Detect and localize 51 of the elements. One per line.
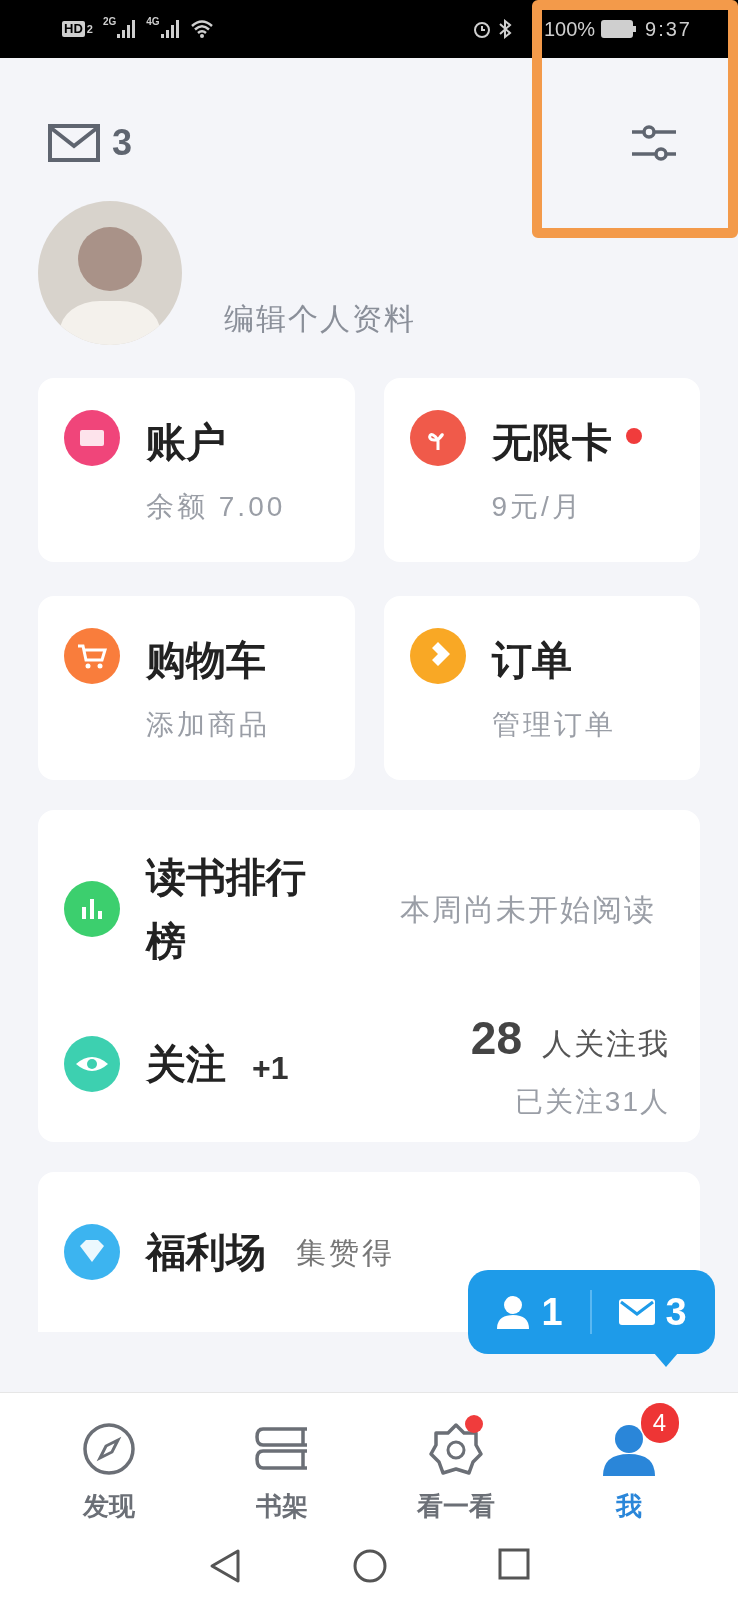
card-title: 订单 bbox=[491, 637, 572, 684]
settings-icon[interactable] bbox=[630, 125, 678, 161]
back-icon[interactable] bbox=[208, 1548, 242, 1584]
card-title: 无限卡 bbox=[491, 419, 612, 466]
following-count: 已关注31人 bbox=[514, 1085, 670, 1119]
follower-label: 人关注我 bbox=[542, 1026, 670, 1062]
card-title: 购物车 bbox=[146, 637, 266, 684]
card-subtitle: 管理订单 bbox=[491, 708, 616, 742]
card-subtitle: 余额 7.00 bbox=[146, 490, 286, 524]
compass-icon bbox=[81, 1422, 136, 1476]
popup-tail bbox=[654, 1353, 678, 1367]
signal-icon bbox=[159, 19, 182, 39]
welfare-title[interactable]: 福利场 bbox=[146, 1222, 266, 1282]
chart-icon bbox=[64, 881, 120, 937]
network-label: 2G bbox=[102, 15, 117, 29]
alarm-icon bbox=[471, 19, 492, 39]
follow-title[interactable]: 关注 bbox=[146, 1033, 226, 1094]
hd-label: HD bbox=[62, 21, 85, 37]
welfare-note: 集赞得 bbox=[296, 1234, 395, 1271]
bluetooth-icon bbox=[497, 19, 512, 39]
follow-delta: +1 bbox=[252, 1048, 289, 1088]
menu-card[interactable]: 无限卡 9元/月 bbox=[383, 378, 700, 562]
follower-count: 28 bbox=[470, 1011, 522, 1066]
network-label: 4G bbox=[146, 15, 160, 29]
sim-label: 2 bbox=[86, 21, 93, 37]
follower-badge-count: 1 bbox=[541, 1289, 563, 1335]
home-icon[interactable] bbox=[352, 1548, 388, 1584]
wifi-icon bbox=[189, 19, 214, 39]
mail-icon bbox=[619, 1299, 656, 1325]
ranking-title[interactable]: 读书排行榜 bbox=[146, 845, 336, 973]
ranking-note: 本周尚未开始阅读 bbox=[400, 891, 656, 928]
card-subtitle: 添加商品 bbox=[146, 708, 270, 742]
mail-icon[interactable] bbox=[48, 124, 100, 162]
battery-icon bbox=[601, 20, 638, 38]
message-badge-count: 3 bbox=[665, 1289, 687, 1335]
menu-card[interactable]: 账户 余额 7.00 bbox=[38, 378, 355, 562]
battery-percentage: 100% bbox=[543, 17, 596, 42]
recents-icon[interactable] bbox=[498, 1548, 530, 1580]
card-subtitle: 9元/月 bbox=[491, 490, 584, 524]
menu-card[interactable]: 购物车 添加商品 bbox=[38, 596, 355, 780]
card-title: 账户 bbox=[146, 419, 226, 466]
menu-card[interactable]: 订单 管理订单 bbox=[383, 596, 700, 780]
nav-tab[interactable]: 书架 bbox=[195, 1401, 369, 1526]
clock-time: 9:37 bbox=[645, 17, 692, 42]
mail-count: 3 bbox=[112, 121, 133, 165]
nav-tab[interactable]: 发现 bbox=[22, 1401, 196, 1526]
nav-tab[interactable]: 4 我 bbox=[542, 1401, 716, 1526]
notification-badge: 4 bbox=[640, 1403, 679, 1443]
person-icon bbox=[495, 1295, 532, 1329]
nav-tab[interactable]: 看一看 bbox=[369, 1401, 543, 1526]
eye-icon bbox=[64, 1035, 120, 1092]
